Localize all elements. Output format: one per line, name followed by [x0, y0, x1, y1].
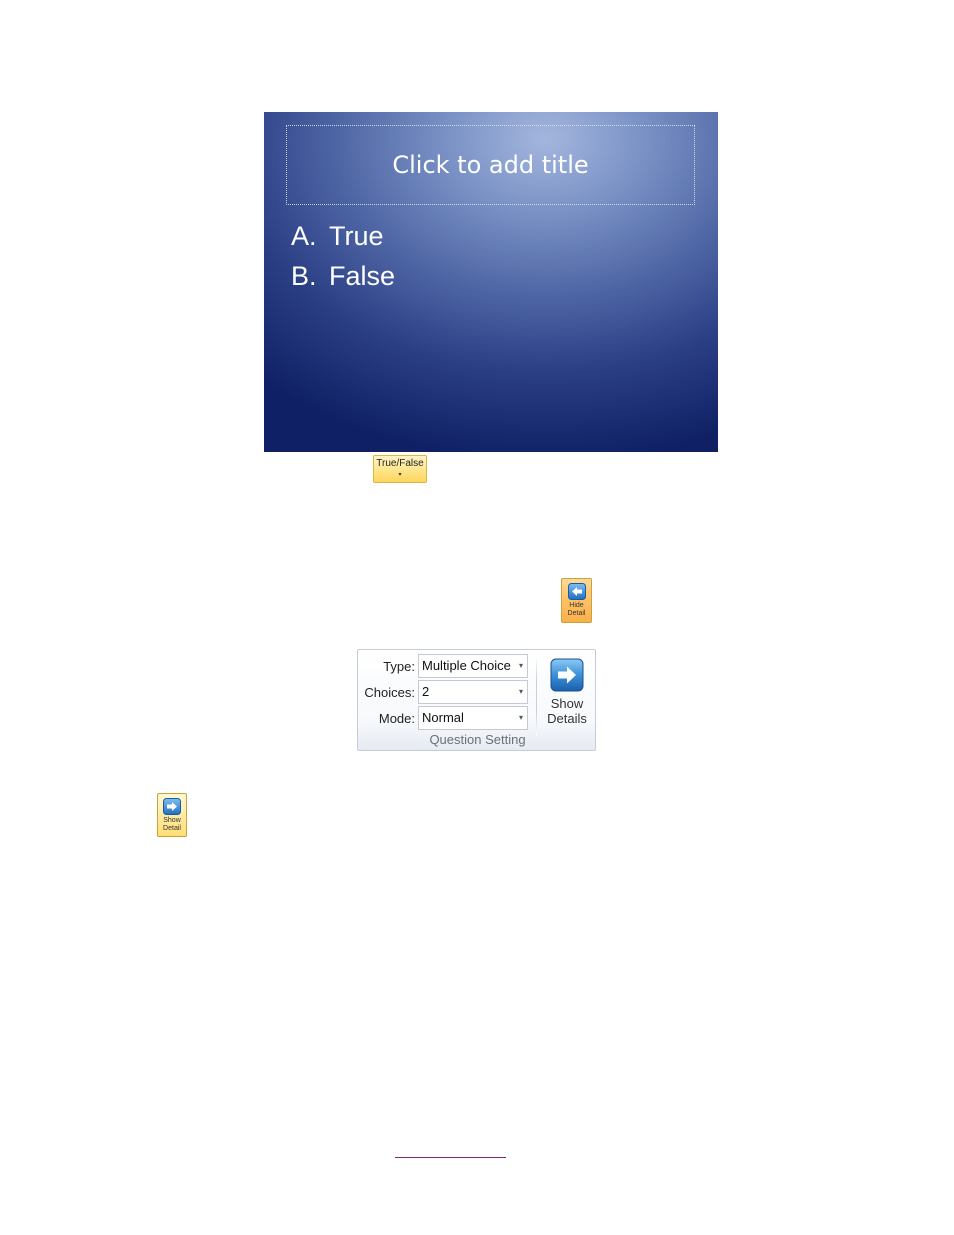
arrow-right-icon — [163, 798, 181, 815]
show-detail-label-1: Show — [163, 817, 181, 824]
answer-list: A. True B. False — [291, 216, 395, 296]
answer-text: True — [329, 221, 384, 251]
show-details-button[interactable]: Show Details — [541, 658, 593, 730]
answer-item-a[interactable]: A. True — [291, 216, 395, 256]
question-setting-panel: Type: Multiple Choice ▾ Choices: 2 ▾ Mod… — [357, 649, 596, 751]
show-details-label-1: Show — [550, 696, 584, 711]
mode-dropdown[interactable]: Normal ▾ — [418, 706, 528, 730]
choices-row: Choices: 2 ▾ — [358, 680, 528, 704]
title-placeholder[interactable]: Click to add title — [286, 125, 695, 205]
slide-preview: Click to add title A. True B. False — [264, 112, 718, 452]
true-false-label: True/False — [376, 458, 424, 469]
show-detail-label-2: Detail — [163, 825, 181, 832]
true-false-button[interactable]: True/False ▾ — [373, 455, 427, 483]
hide-detail-label-1: Hide — [569, 602, 584, 609]
hide-detail-button[interactable]: Hide Detail — [561, 578, 592, 623]
answer-letter: A. — [291, 221, 317, 251]
hyperlink-underline[interactable] — [395, 1157, 506, 1158]
question-setting-group-label: Question Setting — [429, 732, 526, 747]
group-divider — [536, 656, 537, 736]
dropdown-arrow-icon: ▾ — [518, 661, 523, 670]
title-placeholder-text: Click to add title — [392, 151, 589, 179]
mode-value: Normal — [422, 710, 464, 725]
choices-dropdown[interactable]: 2 ▾ — [418, 680, 528, 704]
arrow-right-icon — [550, 658, 584, 692]
chevron-down-icon: ▾ — [398, 471, 402, 478]
hide-detail-label-2: Detail — [567, 610, 586, 617]
mode-label: Mode: — [378, 710, 415, 726]
dropdown-arrow-icon: ▾ — [518, 713, 523, 722]
type-value: Multiple Choice — [422, 658, 511, 673]
choices-value: 2 — [422, 684, 430, 699]
answer-letter: B. — [291, 261, 317, 291]
type-dropdown[interactable]: Multiple Choice ▾ — [418, 654, 528, 678]
choices-label: Choices: — [364, 684, 415, 700]
answer-text: False — [329, 261, 396, 291]
show-detail-button[interactable]: Show Detail — [157, 793, 187, 837]
answer-item-b[interactable]: B. False — [291, 256, 395, 296]
type-row: Type: Multiple Choice ▾ — [358, 654, 528, 678]
show-details-label-2: Details — [547, 711, 587, 726]
dropdown-arrow-icon: ▾ — [518, 687, 523, 696]
mode-row: Mode: Normal ▾ — [358, 706, 528, 730]
type-label: Type: — [383, 658, 415, 674]
arrow-left-icon — [567, 583, 586, 600]
